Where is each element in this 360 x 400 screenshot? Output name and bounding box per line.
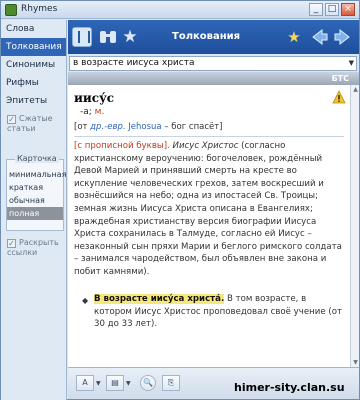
card-option-full[interactable]: полная (7, 207, 63, 220)
vertical-scrollbar[interactable]: ▲ ▼ (350, 85, 359, 367)
forward-arrow-icon[interactable] (332, 27, 352, 47)
card-mode-group: Карточка минимальная краткая обычная пол… (6, 154, 66, 231)
sidebar-item-rhymes[interactable]: Рифмы (1, 74, 66, 92)
dictionary-icon[interactable] (72, 27, 92, 47)
etymology: [от др.-евр. Jehosua – бог спасёт] (74, 122, 223, 132)
chevron-down-icon[interactable]: ▼ (349, 57, 354, 70)
minimize-button[interactable]: _ (309, 3, 323, 16)
card-option-minimal[interactable]: минимальная (7, 168, 66, 181)
sidebar-item-synonyms[interactable]: Синонимы (1, 56, 66, 74)
grammar-gender: м. (94, 107, 105, 117)
scroll-down-icon[interactable]: ▼ (352, 359, 359, 366)
article-pane: иису́с -а; м. [от др.-евр. Jehosua – бог… (68, 85, 350, 367)
app-icon (5, 4, 17, 16)
copy-icon[interactable]: ⎘ (162, 375, 180, 391)
zoom-icon[interactable]: 🔍 (140, 375, 156, 391)
search-value: в возрасте иисуса христа (73, 58, 195, 68)
chevron-down-icon[interactable]: ▼ (126, 380, 131, 387)
diamond-icon: ◆ (82, 296, 89, 305)
divider (74, 136, 344, 137)
watermark: himer-sity.clan.su (234, 381, 345, 394)
definition-body: (согласно христианскому вероучению: бого… (74, 141, 342, 277)
etymology-word: Jehosua (128, 122, 162, 132)
section-title: Толкования (172, 31, 241, 42)
card-group-label: Карточка (15, 154, 59, 163)
expand-links-option[interactable]: ✓ Раскрыть ссылки (7, 238, 63, 258)
card-option-brief[interactable]: краткая (7, 181, 63, 194)
dictionary-code: БТС (331, 74, 349, 83)
definition-note: [с прописной буквы]. (74, 141, 170, 151)
etymology-open: [от (74, 122, 88, 132)
binoculars-icon[interactable] (98, 27, 118, 47)
dictionary-header: БТС (68, 72, 359, 85)
phrase-head: В возрасте иису́са христа́. (94, 294, 225, 304)
sidebar-item-words[interactable]: Слова (1, 20, 66, 38)
add-favorite-icon[interactable]: ★ (284, 27, 304, 47)
maximize-button[interactable]: □ (325, 3, 339, 16)
card-option-normal[interactable]: обычная (7, 194, 63, 207)
headword: иису́с (74, 91, 115, 105)
window-title: Rhymes (21, 4, 58, 14)
title-bar: Rhymes _ □ × (1, 1, 359, 19)
scroll-up-icon[interactable]: ▲ (352, 86, 359, 93)
definition-lemma: Иисус Христос (172, 141, 239, 151)
sidebar-item-definitions[interactable]: Толкования (1, 38, 66, 56)
print-button[interactable]: ▤ (106, 375, 124, 391)
sidebar-item-epithets[interactable]: Эпитеты (1, 92, 66, 110)
close-button[interactable]: × (341, 3, 355, 16)
chevron-down-icon[interactable]: ▼ (96, 380, 101, 387)
grammar-ending: -а; (80, 107, 92, 117)
grammar-info: -а; м. (80, 107, 104, 117)
main-toolbar: ★ Толкования ★ (68, 20, 359, 54)
warning-icon[interactable] (332, 90, 346, 104)
app-window: Rhymes _ □ × Слова Толкования Синонимы Р… (0, 0, 360, 400)
short-articles-option[interactable]: ✓ Сжатые статьи (7, 114, 63, 134)
back-arrow-icon[interactable] (310, 27, 330, 47)
search-input[interactable]: в возрасте иисуса христа ▼ (69, 56, 357, 71)
star-icon[interactable]: ★ (120, 27, 140, 47)
short-articles-checkbox[interactable]: ✓ (7, 115, 16, 124)
font-size-button[interactable]: A (76, 375, 94, 391)
definition-text: [с прописной буквы]. Иисус Христос (согл… (74, 140, 346, 279)
etymology-language: др.-евр. (90, 122, 126, 132)
etymology-gloss: – бог спасёт] (164, 122, 223, 132)
expand-links-checkbox[interactable]: ✓ (7, 239, 16, 248)
phrase-entry: В возрасте иису́са христа́. В том возрас… (94, 293, 344, 331)
sidebar: Слова Толкования Синонимы Рифмы Эпитеты … (1, 20, 67, 400)
